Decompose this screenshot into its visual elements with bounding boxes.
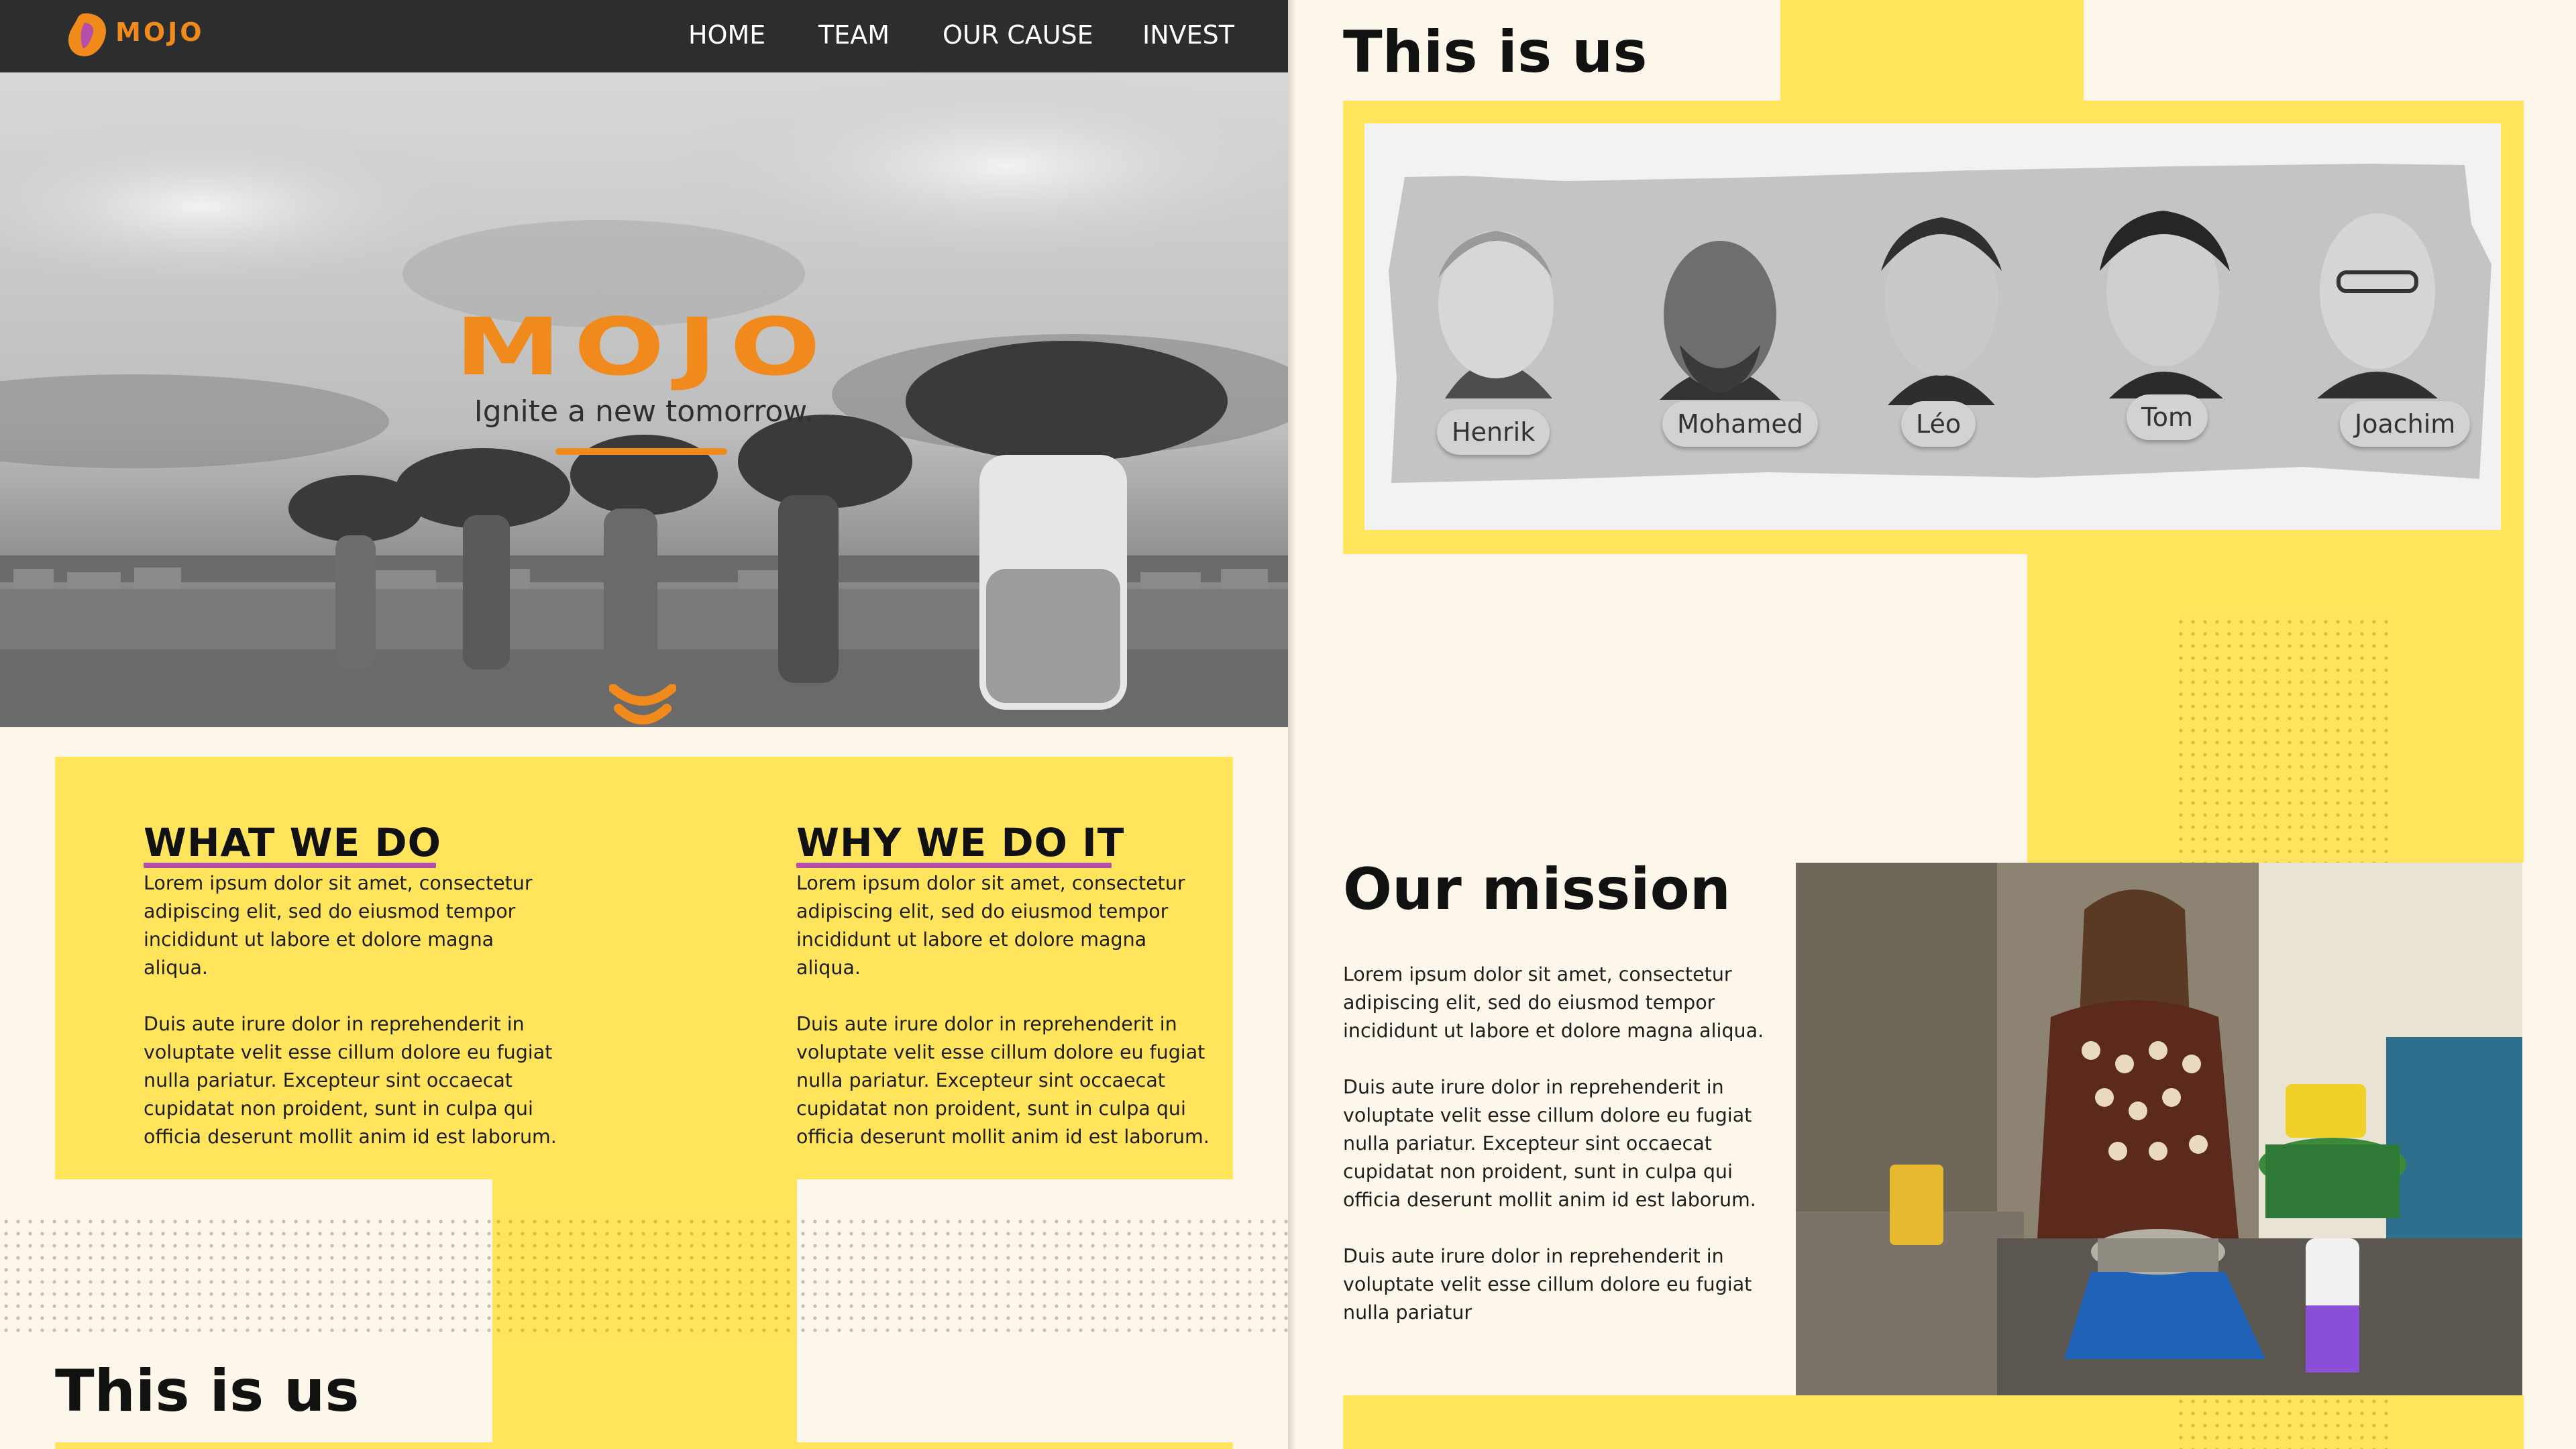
- team-photo-strip: Henrik Mohamed Léo Tom Joachim: [1364, 123, 2501, 530]
- mission-text: Lorem ipsum dolor sit amet, consectetur …: [1343, 963, 1764, 1324]
- hero-section: MOJO Ignite a new tomorrow.: [0, 72, 1288, 727]
- cooking-photo: [1796, 863, 2522, 1395]
- nav-team[interactable]: TEAM: [818, 20, 890, 50]
- team-torn-paper: [1389, 164, 2491, 483]
- dot-pattern-mid: [2175, 616, 2396, 863]
- our-mission-heading: Our mission: [1343, 856, 1731, 923]
- member-henrik[interactable]: Henrik: [1437, 409, 1550, 455]
- member-tom[interactable]: Tom: [2127, 394, 2208, 440]
- what-we-do-text: Lorem ipsum dolor sit amet, consectetur …: [144, 872, 557, 1148]
- page-divider: [1288, 0, 1296, 1449]
- hero-divider: [555, 448, 727, 455]
- why-we-do-it-text: Lorem ipsum dolor sit amet, consectetur …: [796, 872, 1210, 1148]
- top-navbar: MOJO HOME TEAM OUR CAUSE INVEST: [0, 0, 1288, 72]
- member-leo[interactable]: Léo: [1901, 401, 1976, 447]
- dot-pattern-bottom: [2175, 1395, 2396, 1449]
- hero-subtitle: Ignite a new tomorrow.: [474, 394, 814, 429]
- chevron-down-icon[interactable]: [609, 684, 676, 727]
- footer-yellow-edge-left: [55, 1442, 492, 1449]
- yellow-top-block: [1780, 0, 2084, 107]
- this-is-us-heading: This is us: [1343, 19, 1648, 86]
- homepage-mockup: MOJO HOME TEAM OUR CAUSE INVEST MOJO Ign…: [0, 0, 1288, 1449]
- footer-yellow-edge-right: [797, 1442, 1233, 1449]
- hero-title: MOJO: [454, 301, 834, 393]
- nav-invest[interactable]: INVEST: [1142, 20, 1234, 50]
- mojo-flame-icon[interactable]: [66, 11, 109, 59]
- member-mohamed[interactable]: Mohamed: [1662, 401, 1818, 447]
- team-page-mockup: This is us Henrik Mohamed Léo Tom Joachi…: [1296, 0, 2576, 1449]
- footer-right-block: [797, 1338, 1288, 1449]
- this-is-us-heading-preview: This is us: [55, 1358, 360, 1425]
- what-we-do-heading: WHAT WE DO: [144, 820, 441, 865]
- member-joachim[interactable]: Joachim: [2340, 401, 2471, 447]
- mission-photo: [1796, 863, 2522, 1395]
- what-we-do-underline: [144, 863, 436, 868]
- dot-pattern-yellow: [492, 1216, 797, 1338]
- why-we-do-it-heading: WHY WE DO IT: [796, 820, 1125, 865]
- logo-wordmark[interactable]: MOJO: [115, 17, 205, 47]
- why-we-do-it-underline: [796, 863, 1112, 868]
- nav-home[interactable]: HOME: [688, 20, 765, 50]
- nav-our-cause[interactable]: OUR CAUSE: [943, 20, 1093, 50]
